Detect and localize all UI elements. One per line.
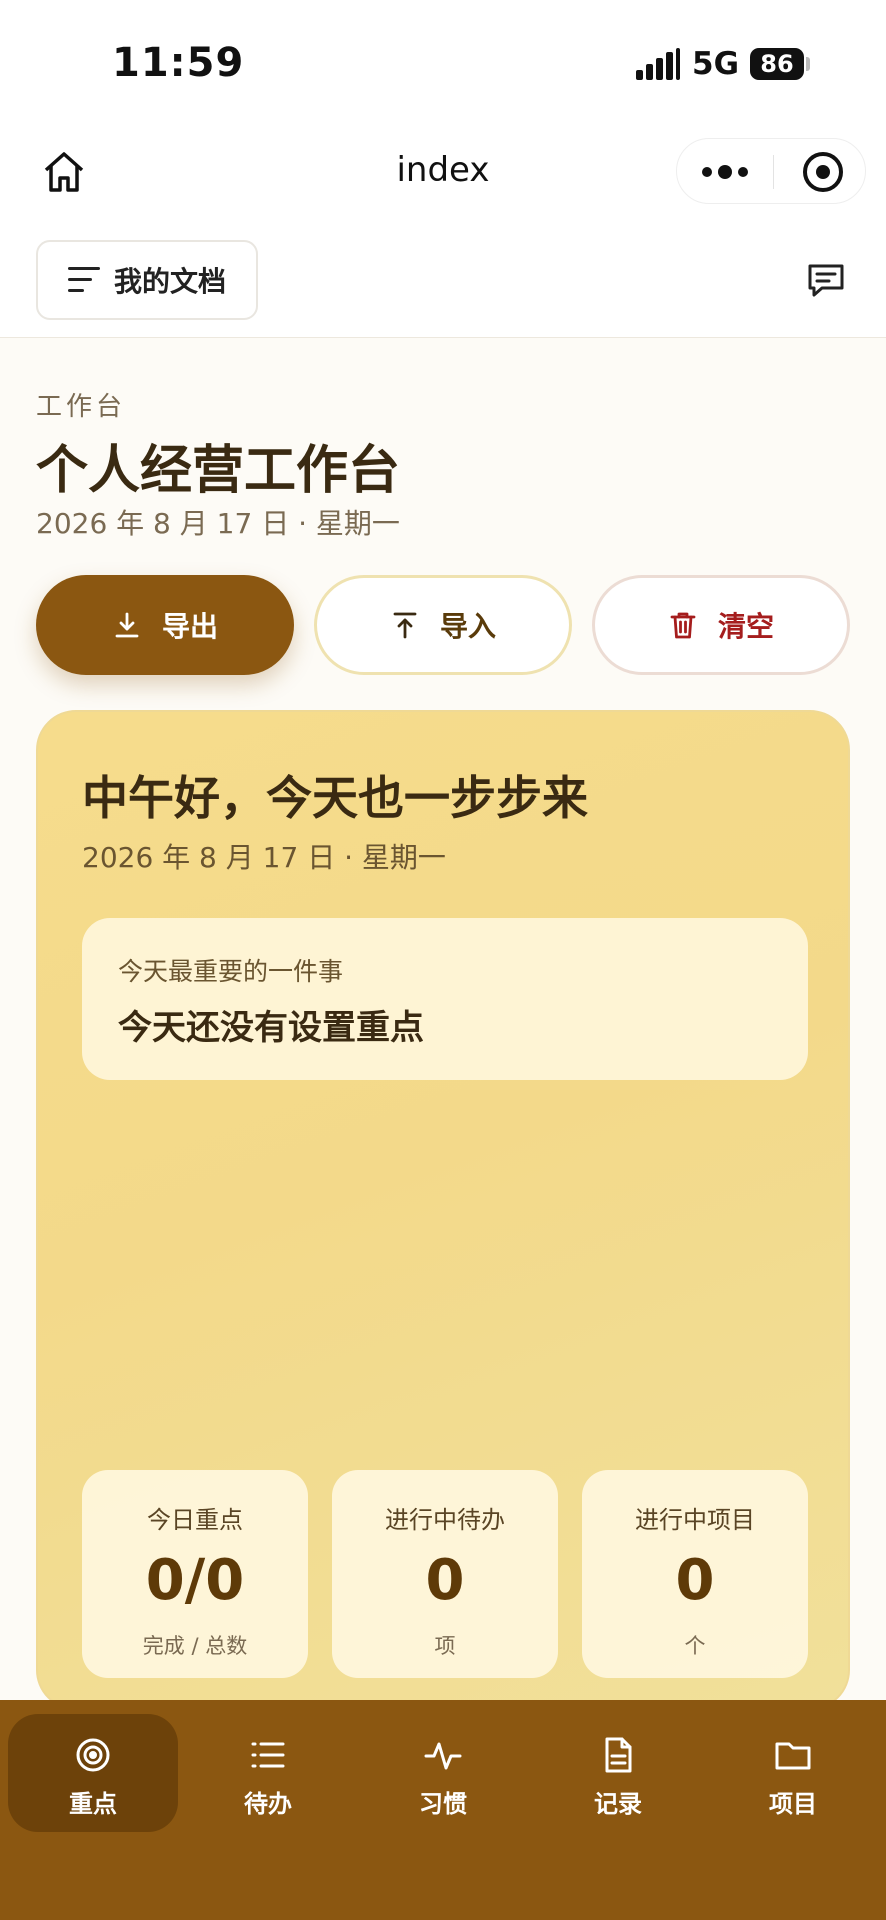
hero-card: 中午好，今天也一步步来 2026 年 8 月 17 日 · 星期一 今天最重要的… [36, 710, 850, 1710]
export-label: 导出 [161, 610, 218, 643]
clear-button[interactable]: 清空 [592, 575, 850, 675]
mini-program-capsule [676, 138, 866, 204]
stat-title: 进行中待办 [385, 1506, 505, 1534]
tab-label: 待办 [244, 1790, 292, 1818]
section-label: 工作台 [36, 392, 127, 422]
import-label: 导入 [439, 610, 496, 643]
focus-value: 今天还没有设置重点 [118, 1008, 424, 1048]
hero-date: 2026 年 8 月 17 日 · 星期一 [82, 841, 446, 874]
close-target-icon[interactable] [803, 152, 843, 192]
tab-habits[interactable]: 习惯 [358, 1714, 528, 1832]
my-documents-button[interactable]: 我的文档 [36, 240, 258, 320]
tab-label: 习惯 [419, 1790, 467, 1818]
network-type: 5G [692, 46, 740, 82]
focus-label: 今天最重要的一件事 [118, 957, 344, 986]
stat-title: 今日重点 [147, 1506, 243, 1534]
tab-label: 项目 [769, 1790, 817, 1818]
trash-icon [670, 612, 696, 639]
folder-icon [775, 1742, 811, 1770]
tab-label: 记录 [594, 1790, 642, 1818]
stat-card-focus: 今日重点 0/0 完成 / 总数 [82, 1470, 308, 1678]
nav-bar: index [0, 130, 886, 230]
focus-card[interactable]: 今天最重要的一件事 今天还没有设置重点 [82, 918, 808, 1080]
stat-value: 0 [675, 1548, 715, 1613]
list-icon [251, 1742, 285, 1768]
stat-unit: 项 [434, 1634, 456, 1658]
target-icon [76, 1738, 110, 1772]
page-title: 个人经营工作台 [36, 441, 401, 501]
tab-projects[interactable]: 项目 [708, 1714, 878, 1832]
my-documents-label: 我的文档 [114, 265, 227, 298]
tab-bar: 重点 待办 习惯 记录 项目 [0, 1700, 886, 1920]
stat-unit: 完成 / 总数 [142, 1634, 248, 1658]
download-icon [115, 612, 139, 638]
tab-records[interactable]: 记录 [533, 1714, 703, 1832]
capsule-divider [773, 155, 774, 189]
stat-value: 0/0 [145, 1548, 245, 1613]
upload-icon [393, 612, 417, 639]
stat-card-projects: 进行中项目 0 个 [582, 1470, 808, 1678]
greeting: 中午好，今天也一步步来 [82, 771, 588, 825]
battery-icon: 86 [750, 48, 804, 80]
tab-focus[interactable]: 重点 [8, 1714, 178, 1832]
battery-tip [806, 57, 810, 71]
document-icon [605, 1737, 632, 1773]
tab-todos[interactable]: 待办 [183, 1714, 353, 1832]
stat-card-todos: 进行中待办 0 项 [332, 1470, 558, 1678]
stat-unit: 个 [684, 1634, 706, 1658]
more-icon[interactable] [677, 139, 773, 205]
doc-bar: 我的文档 [0, 230, 886, 338]
status-time: 11:59 [112, 40, 245, 86]
pulse-icon [424, 1742, 462, 1770]
signal-icon [636, 48, 680, 80]
menu-icon [68, 267, 100, 293]
import-button[interactable]: 导入 [314, 575, 572, 675]
stat-title: 进行中项目 [635, 1506, 755, 1534]
chat-icon[interactable] [804, 258, 848, 302]
stat-value: 0 [425, 1548, 465, 1613]
clear-label: 清空 [717, 610, 774, 643]
page-date: 2026 年 8 月 17 日 · 星期一 [36, 507, 400, 540]
tab-label: 重点 [69, 1790, 117, 1818]
export-button[interactable]: 导出 [36, 575, 294, 675]
status-bar: 11:59 5G 86 [0, 0, 886, 130]
